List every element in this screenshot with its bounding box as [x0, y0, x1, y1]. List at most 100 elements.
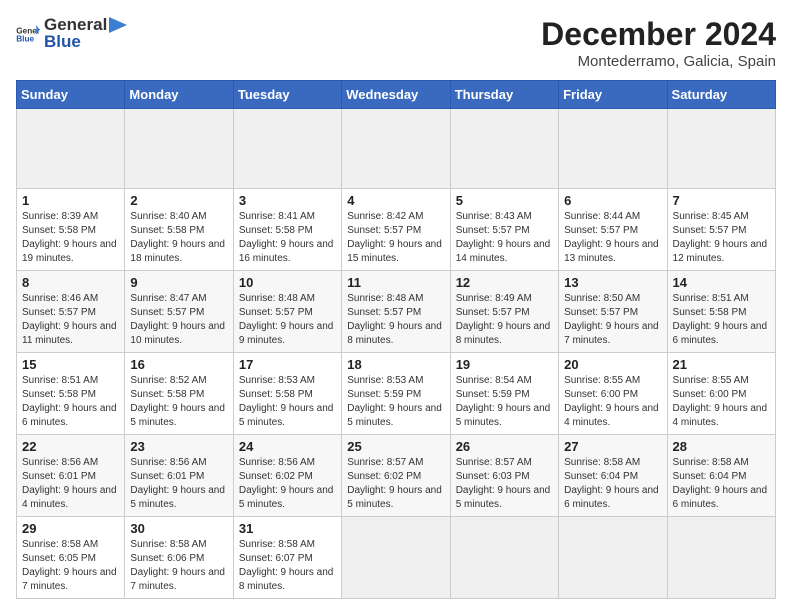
day-number: 4: [347, 193, 444, 208]
cell-info: Sunrise: 8:58 AMSunset: 6:05 PMDaylight:…: [22, 538, 119, 594]
calendar-cell: [450, 517, 558, 599]
cell-info: Sunrise: 8:58 AMSunset: 6:07 PMDaylight:…: [239, 538, 336, 594]
calendar-cell: [342, 517, 450, 599]
cell-info: Sunrise: 8:48 AMSunset: 5:57 PMDaylight:…: [239, 292, 336, 348]
day-number: 3: [239, 193, 336, 208]
calendar-cell: 3 Sunrise: 8:41 AMSunset: 5:58 PMDaylight…: [233, 189, 341, 271]
cell-info: Sunrise: 8:45 AMSunset: 5:57 PMDaylight:…: [673, 210, 770, 266]
calendar-cell: 24Sunrise: 8:56 AMSunset: 6:02 PMDayligh…: [233, 435, 341, 517]
day-number: 5: [456, 193, 553, 208]
day-number: 7: [673, 193, 770, 208]
calendar-cell: [342, 109, 450, 189]
header: General Blue General Blue December 2024 …: [16, 16, 776, 70]
week-row-5: 29Sunrise: 8:58 AMSunset: 6:05 PMDayligh…: [17, 517, 776, 599]
week-row-0: [17, 109, 776, 189]
day-number: 30: [130, 521, 227, 536]
calendar-cell: [559, 517, 667, 599]
day-number: 17: [239, 357, 336, 372]
calendar-cell: 10 Sunrise: 8:48 AMSunset: 5:57 PMDayligh…: [233, 271, 341, 353]
cell-info: Sunrise: 8:47 AMSunset: 5:57 PMDaylight:…: [130, 292, 227, 348]
calendar-cell: 31 Sunrise: 8:58 AMSunset: 6:07 PMDayligh…: [233, 517, 341, 599]
days-header-row: SundayMondayTuesdayWednesdayThursdayFrid…: [17, 81, 776, 109]
cell-info: Sunrise: 8:51 AMSunset: 5:58 PMDaylight:…: [22, 374, 119, 430]
cell-info: Sunrise: 8:52 AMSunset: 5:58 PMDaylight:…: [130, 374, 227, 430]
day-number: 12: [456, 275, 553, 290]
day-number: 19: [456, 357, 553, 372]
title-area: December 2024 Montederramo, Galicia, Spa…: [541, 16, 776, 70]
day-number: 13: [564, 275, 661, 290]
calendar-cell: 15 Sunrise: 8:51 AMSunset: 5:58 PMDayligh…: [17, 353, 125, 435]
week-row-2: 8Sunrise: 8:46 AMSunset: 5:57 PMDaylight…: [17, 271, 776, 353]
cell-info: Sunrise: 8:42 AMSunset: 5:57 PMDaylight:…: [347, 210, 444, 266]
calendar-cell: 25 Sunrise: 8:57 AMSunset: 6:02 PMDayligh…: [342, 435, 450, 517]
month-title: December 2024: [541, 16, 776, 53]
day-number: 16: [130, 357, 227, 372]
week-row-3: 15 Sunrise: 8:51 AMSunset: 5:58 PMDayligh…: [17, 353, 776, 435]
calendar-cell: 30 Sunrise: 8:58 AMSunset: 6:06 PMDayligh…: [125, 517, 233, 599]
calendar-cell: 18 Sunrise: 8:53 AMSunset: 5:59 PMDayligh…: [342, 353, 450, 435]
cell-info: Sunrise: 8:40 AMSunset: 5:58 PMDaylight:…: [130, 210, 227, 266]
day-number: 2: [130, 193, 227, 208]
calendar-table: SundayMondayTuesdayWednesdayThursdayFrid…: [16, 80, 776, 599]
cell-info: Sunrise: 8:56 AMSunset: 6:01 PMDaylight:…: [22, 456, 119, 512]
calendar-cell: [667, 109, 775, 189]
day-number: 9: [130, 275, 227, 290]
cell-info: Sunrise: 8:43 AMSunset: 5:57 PMDaylight:…: [456, 210, 553, 266]
cell-info: Sunrise: 8:46 AMSunset: 5:57 PMDaylight:…: [22, 292, 119, 348]
logo: General Blue General Blue: [16, 16, 127, 51]
cell-info: Sunrise: 8:44 AMSunset: 5:57 PMDaylight:…: [564, 210, 661, 266]
cell-info: Sunrise: 8:55 AMSunset: 6:00 PMDaylight:…: [673, 374, 770, 430]
header-day-saturday: Saturday: [667, 81, 775, 109]
day-number: 25: [347, 439, 444, 454]
day-number: 10: [239, 275, 336, 290]
calendar-cell: 2 Sunrise: 8:40 AMSunset: 5:58 PMDaylight…: [125, 189, 233, 271]
cell-info: Sunrise: 8:56 AMSunset: 6:01 PMDaylight:…: [130, 456, 227, 512]
cell-info: Sunrise: 8:53 AMSunset: 5:58 PMDaylight:…: [239, 374, 336, 430]
day-number: 20: [564, 357, 661, 372]
calendar-cell: 4 Sunrise: 8:42 AMSunset: 5:57 PMDaylight…: [342, 189, 450, 271]
day-number: 18: [347, 357, 444, 372]
header-day-sunday: Sunday: [17, 81, 125, 109]
week-row-4: 22Sunrise: 8:56 AMSunset: 6:01 PMDayligh…: [17, 435, 776, 517]
cell-info: Sunrise: 8:55 AMSunset: 6:00 PMDaylight:…: [564, 374, 661, 430]
calendar-cell: [233, 109, 341, 189]
cell-info: Sunrise: 8:41 AMSunset: 5:58 PMDaylight:…: [239, 210, 336, 266]
calendar-cell: 19Sunrise: 8:54 AMSunset: 5:59 PMDayligh…: [450, 353, 558, 435]
calendar-cell: [125, 109, 233, 189]
calendar-cell: [667, 517, 775, 599]
calendar-cell: 17 Sunrise: 8:53 AMSunset: 5:58 PMDayligh…: [233, 353, 341, 435]
cell-info: Sunrise: 8:57 AMSunset: 6:02 PMDaylight:…: [347, 456, 444, 512]
calendar-cell: 1 Sunrise: 8:39 AMSunset: 5:58 PMDaylight…: [17, 189, 125, 271]
day-number: 1: [22, 193, 119, 208]
cell-info: Sunrise: 8:53 AMSunset: 5:59 PMDaylight:…: [347, 374, 444, 430]
calendar-cell: 9 Sunrise: 8:47 AMSunset: 5:57 PMDaylight…: [125, 271, 233, 353]
calendar-cell: 5 Sunrise: 8:43 AMSunset: 5:57 PMDaylight…: [450, 189, 558, 271]
calendar-cell: 16 Sunrise: 8:52 AMSunset: 5:58 PMDayligh…: [125, 353, 233, 435]
week-row-1: 1 Sunrise: 8:39 AMSunset: 5:58 PMDaylight…: [17, 189, 776, 271]
logo-blue: Blue: [44, 33, 127, 52]
day-number: 28: [673, 439, 770, 454]
day-number: 11: [347, 275, 444, 290]
day-number: 23: [130, 439, 227, 454]
svg-text:Blue: Blue: [16, 34, 34, 43]
cell-info: Sunrise: 8:58 AMSunset: 6:06 PMDaylight:…: [130, 538, 227, 594]
cell-info: Sunrise: 8:49 AMSunset: 5:57 PMDaylight:…: [456, 292, 553, 348]
day-number: 15: [22, 357, 119, 372]
calendar-cell: 7 Sunrise: 8:45 AMSunset: 5:57 PMDaylight…: [667, 189, 775, 271]
day-number: 26: [456, 439, 553, 454]
cell-info: Sunrise: 8:50 AMSunset: 5:57 PMDaylight:…: [564, 292, 661, 348]
calendar-cell: 28Sunrise: 8:58 AMSunset: 6:04 PMDayligh…: [667, 435, 775, 517]
day-number: 24: [239, 439, 336, 454]
cell-info: Sunrise: 8:39 AMSunset: 5:58 PMDaylight:…: [22, 210, 119, 266]
calendar-cell: 6Sunrise: 8:44 AMSunset: 5:57 PMDaylight…: [559, 189, 667, 271]
cell-info: Sunrise: 8:57 AMSunset: 6:03 PMDaylight:…: [456, 456, 553, 512]
calendar-cell: 20 Sunrise: 8:55 AMSunset: 6:00 PMDayligh…: [559, 353, 667, 435]
header-day-wednesday: Wednesday: [342, 81, 450, 109]
calendar-cell: [559, 109, 667, 189]
day-number: 31: [239, 521, 336, 536]
cell-info: Sunrise: 8:58 AMSunset: 6:04 PMDaylight:…: [564, 456, 661, 512]
calendar-cell: [450, 109, 558, 189]
calendar-cell: 26 Sunrise: 8:57 AMSunset: 6:03 PMDayligh…: [450, 435, 558, 517]
calendar-cell: 14Sunrise: 8:51 AMSunset: 5:58 PMDayligh…: [667, 271, 775, 353]
logo-icon: General Blue: [16, 24, 40, 44]
